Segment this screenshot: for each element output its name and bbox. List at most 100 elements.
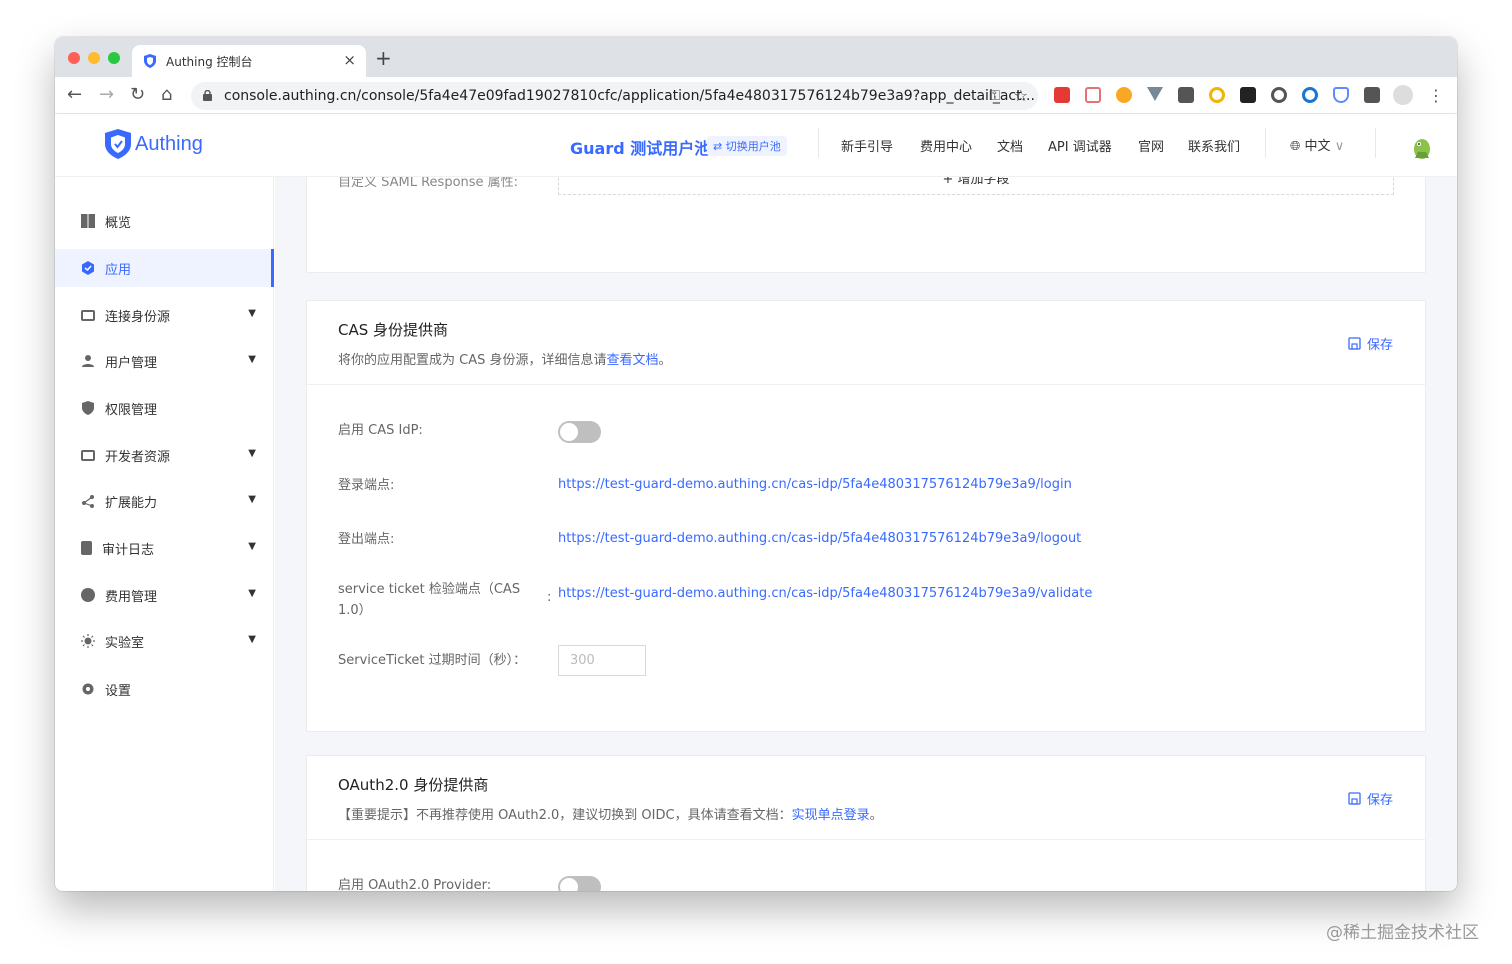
- home-icon[interactable]: ⌂: [161, 84, 172, 105]
- extension-react-icon[interactable]: [1240, 87, 1256, 103]
- id-card-icon: [81, 309, 95, 321]
- sidebar-item-audit-logs[interactable]: 审计日志 ▼: [55, 529, 274, 567]
- cas-docs-link[interactable]: 查看文档: [607, 353, 659, 368]
- language-switcher[interactable]: 🌐︎ 中文 ∨: [1290, 135, 1344, 154]
- oauth-save-button[interactable]: 保存: [1348, 789, 1393, 808]
- cas-validate-url[interactable]: https://test-guard-demo.authing.cn/cas-i…: [558, 586, 1092, 601]
- sidebar-item-overview[interactable]: 概览: [55, 202, 274, 240]
- tab-strip: Authing 控制台 × +: [55, 37, 1457, 77]
- sidebar-item-developer-resources[interactable]: 开发者资源 ▼: [55, 436, 274, 474]
- browser-tab[interactable]: Authing 控制台 ×: [132, 45, 366, 77]
- sidebar-item-label: 权限管理: [105, 402, 158, 418]
- bulb-icon: [81, 634, 95, 648]
- cas-save-button[interactable]: 保存: [1348, 334, 1393, 353]
- cas-login-url[interactable]: https://test-guard-demo.authing.cn/cas-i…: [558, 477, 1072, 492]
- back-icon[interactable]: ←: [67, 84, 82, 105]
- lock-icon: [203, 90, 212, 101]
- sidebar-item-billing[interactable]: 费用管理 ▼: [55, 576, 274, 614]
- cas-enable-label: 启用 CAS IdP:: [338, 423, 423, 438]
- sidebar-item-extensions[interactable]: 扩展能力 ▼: [55, 482, 274, 520]
- extension-bitwarden-icon[interactable]: [1333, 87, 1349, 103]
- cas-description: 将你的应用配置成为 CAS 身份源，详细信息请查看文档。: [338, 349, 672, 368]
- app-cube-icon: [82, 261, 94, 275]
- extension-shield-icon[interactable]: [1116, 87, 1132, 103]
- extension-refresh-icon[interactable]: [1271, 87, 1287, 103]
- nav-api-debugger[interactable]: API 调试器: [1048, 136, 1112, 155]
- nav-billing-center[interactable]: 费用中心: [920, 136, 972, 155]
- app-header: Authing Guard 测试用户池 ⇄ 切换用户池 新手引导 费用中心 文档…: [55, 114, 1457, 177]
- extension-grid-icon[interactable]: [1178, 87, 1194, 103]
- key-icon[interactable]: ⚿: [989, 82, 1000, 110]
- nav-contact-us[interactable]: 联系我们: [1188, 136, 1240, 155]
- authing-favicon-icon: [144, 54, 156, 68]
- divider: [1265, 128, 1266, 158]
- oauth-enable-toggle[interactable]: [558, 876, 601, 891]
- oauth-title: OAuth2.0 身份提供商: [338, 776, 489, 794]
- saml-card: 自定义 SAML Response 属性: + 增加字段: [306, 177, 1426, 273]
- sidebar-item-label: 设置: [105, 683, 132, 699]
- gear-icon: [82, 683, 94, 695]
- oauth-enable-label: 启用 OAuth2.0 Provider:: [338, 878, 492, 891]
- share-icon: [82, 495, 94, 508]
- cas-validate-label: service ticket 检验端点（CAS 1.0）: [338, 582, 521, 618]
- chevron-down-icon: ▼: [248, 634, 256, 645]
- sidebar-item-applications[interactable]: 应用: [55, 249, 274, 287]
- cas-card: CAS 身份提供商 将你的应用配置成为 CAS 身份源，详细信息请查看文档。 保…: [306, 300, 1426, 732]
- switch-pool-button[interactable]: ⇄ 切换用户池: [707, 136, 787, 156]
- save-label: 保存: [1366, 338, 1393, 353]
- nav-beginner-guide[interactable]: 新手引导: [841, 136, 893, 155]
- profile-avatar[interactable]: [1393, 85, 1413, 105]
- cas-logout-url[interactable]: https://test-guard-demo.authing.cn/cas-i…: [558, 531, 1081, 546]
- cas-desc-suffix: 。: [658, 353, 672, 368]
- maximize-window-button[interactable]: [108, 52, 120, 64]
- watermark: @稀土掘金技术社区: [1326, 923, 1479, 943]
- minimize-window-button[interactable]: [88, 52, 100, 64]
- sidebar-item-label: 开发者资源: [105, 449, 171, 465]
- oauth-desc-suffix: 。: [869, 808, 883, 823]
- tab-close-icon[interactable]: ×: [343, 51, 356, 69]
- ticket-expire-input[interactable]: 300: [558, 645, 646, 676]
- forward-icon[interactable]: →: [99, 84, 114, 105]
- extension-blue-ring-icon[interactable]: [1302, 87, 1318, 103]
- address-bar[interactable]: console.authing.cn/console/5fa4e47e09fad…: [191, 82, 1038, 110]
- new-tab-button[interactable]: +: [375, 46, 392, 70]
- saml-response-label: 自定义 SAML Response 属性:: [338, 177, 519, 190]
- chevron-down-icon: ▼: [248, 308, 256, 319]
- sidebar-item-label: 应用: [105, 262, 132, 278]
- sidebar-item-identity-sources[interactable]: 连接身份源 ▼: [55, 296, 274, 334]
- sidebar-item-user-management[interactable]: 用户管理 ▼: [55, 342, 274, 380]
- bookmark-star-icon[interactable]: ☆: [1014, 82, 1028, 110]
- cas-login-label: 登录端点:: [338, 478, 395, 493]
- extension-vue-icon[interactable]: [1147, 87, 1163, 101]
- sidebar-item-label: 费用管理: [105, 589, 158, 605]
- user-pool-name: Guard 测试用户池: [570, 139, 711, 158]
- save-icon: [1348, 337, 1361, 350]
- oauth-desc-text: 【重要提示】不再推荐使用 OAuth2.0，建议切换到 OIDC，具体请查看文档…: [338, 808, 792, 823]
- browser-menu-icon[interactable]: ⋮: [1428, 86, 1444, 105]
- sidebar-item-lab[interactable]: 实验室 ▼: [55, 622, 274, 660]
- browser-toolbar: ← → ↻ ⌂ console.authing.cn/console/5fa4e…: [55, 77, 1457, 114]
- language-label: 中文: [1304, 139, 1331, 154]
- sso-docs-link[interactable]: 实现单点登录: [792, 808, 870, 823]
- sidebar-item-permissions[interactable]: 权限管理: [55, 389, 274, 427]
- user-icon: [82, 355, 94, 367]
- extension-ring-icon[interactable]: [1209, 87, 1225, 103]
- cas-enable-toggle[interactable]: [558, 421, 601, 443]
- sidebar-item-label: 审计日志: [102, 542, 155, 558]
- extensions-puzzle-icon[interactable]: [1364, 87, 1380, 103]
- add-field-button[interactable]: + 增加字段: [558, 177, 1394, 195]
- sidebar-item-settings[interactable]: 设置: [55, 670, 274, 708]
- reload-icon[interactable]: ↻: [130, 84, 145, 105]
- close-window-button[interactable]: [68, 52, 80, 64]
- divider: [818, 128, 819, 158]
- file-icon: [81, 541, 92, 555]
- user-avatar[interactable]: [1410, 134, 1434, 160]
- extension-fe-icon[interactable]: [1054, 87, 1070, 103]
- extension-tree-icon[interactable]: [1085, 87, 1101, 103]
- money-icon: [81, 588, 95, 602]
- chevron-down-icon: ▼: [248, 588, 256, 599]
- nav-docs[interactable]: 文档: [997, 136, 1023, 155]
- authing-logo[interactable]: Authing: [105, 129, 203, 159]
- nav-official-site[interactable]: 官网: [1138, 136, 1164, 155]
- save-icon: [1348, 792, 1361, 805]
